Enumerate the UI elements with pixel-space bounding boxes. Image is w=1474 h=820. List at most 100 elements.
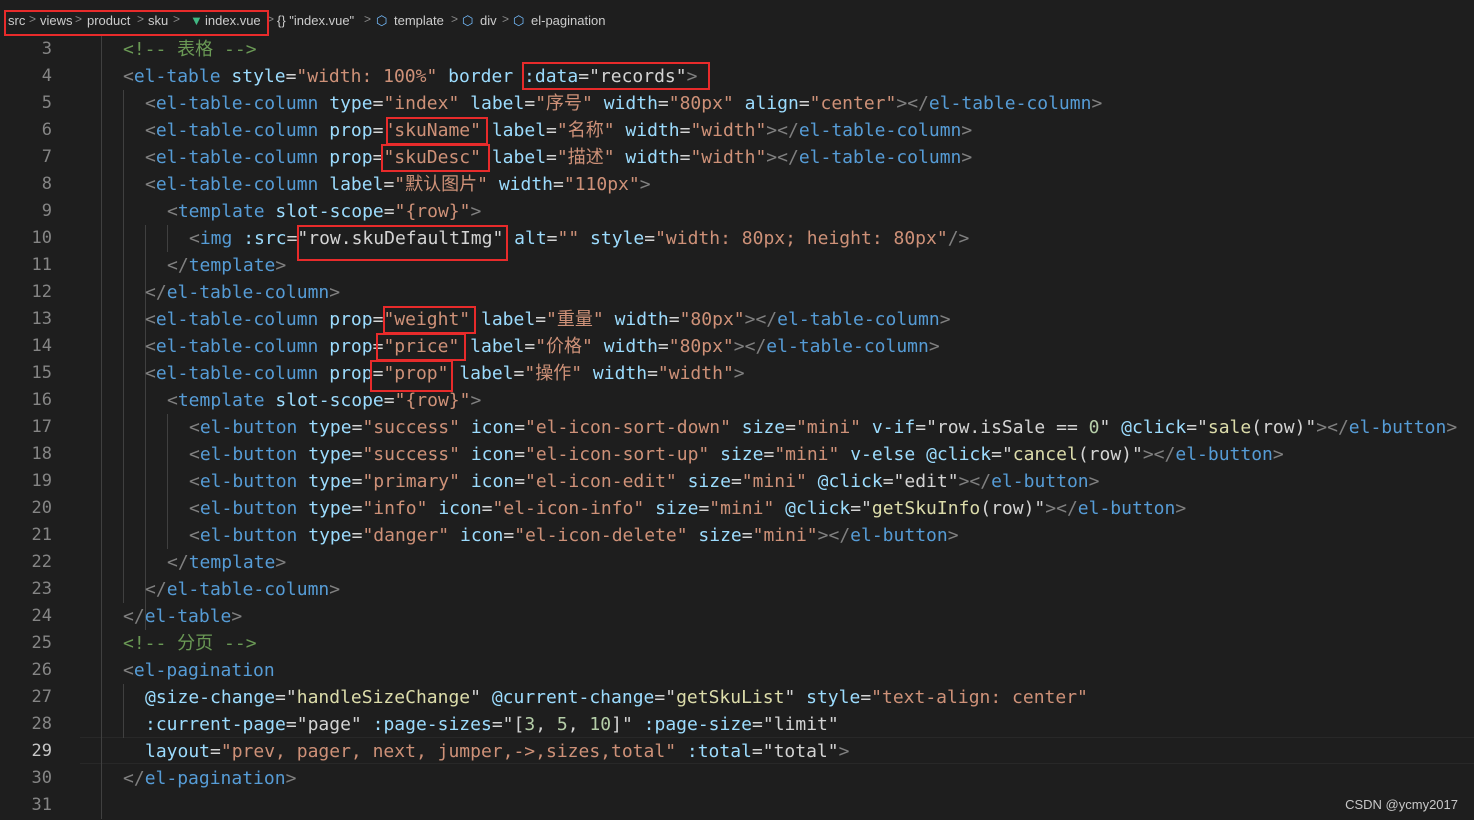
code-token: width <box>614 309 669 330</box>
code-token: = <box>798 93 810 114</box>
code-token: icon <box>470 417 515 438</box>
code-line[interactable]: </el-table> <box>123 603 242 630</box>
code-token: ></ <box>733 336 767 357</box>
breadcrumb-item-product[interactable]: product <box>87 13 130 28</box>
code-line[interactable]: :current-page="page" :page-sizes="[3, 5,… <box>145 711 839 738</box>
code-line[interactable]: <el-table-column prop="skuName" label="名… <box>145 117 972 144</box>
cube-symbol-icon: ⬡ <box>462 13 474 28</box>
code-token: = <box>524 93 536 114</box>
code-token: = <box>679 147 691 168</box>
code-token: = <box>763 444 775 465</box>
code-line[interactable]: <el-button type="primary" icon="el-icon-… <box>189 468 1099 495</box>
watermark: CSDN @ycmy2017 <box>1345 797 1458 812</box>
code-line[interactable]: </el-pagination> <box>123 765 296 792</box>
code-token: icon <box>470 444 515 465</box>
code-line[interactable]: </el-table-column> <box>145 279 340 306</box>
breadcrumb-item-module[interactable]: {} "index.vue" <box>277 13 354 28</box>
code-token: 3 <box>524 714 536 735</box>
code-token: "el-icon-delete" <box>514 525 688 546</box>
code-token: el-table-column <box>155 120 319 141</box>
code-token: label <box>329 174 384 195</box>
code-line[interactable]: <!-- 分页 --> <box>123 630 257 657</box>
code-line[interactable]: <template slot-scope="{row}"> <box>167 198 481 225</box>
code-token: > <box>275 552 287 573</box>
code-token: "80px" <box>679 309 745 330</box>
code-token: el-button <box>1175 444 1273 465</box>
code-line[interactable]: <el-table style="width: 100%" border :da… <box>123 63 697 90</box>
breadcrumb-item-index-vue[interactable]: index.vue <box>205 13 261 28</box>
code-token: width <box>498 174 553 195</box>
breadcrumb-item-template[interactable]: template <box>394 13 444 28</box>
code-line[interactable]: </el-table-column> <box>145 576 340 603</box>
code-token: type <box>308 471 352 492</box>
code-token: icon <box>459 525 504 546</box>
code-line[interactable]: <el-table-column prop="weight" label="重量… <box>145 306 951 333</box>
code-line[interactable]: <template slot-scope="{row}"> <box>167 387 481 414</box>
code-line[interactable]: <el-pagination <box>123 657 275 684</box>
code-token: "width" <box>657 363 734 384</box>
code-line[interactable]: </template> <box>167 252 286 279</box>
code-line[interactable]: <el-table-column prop="skuDesc" label="描… <box>145 144 972 171</box>
code-token: el-table-column <box>777 309 940 330</box>
code-token: " <box>470 687 481 708</box>
breadcrumb-item-views[interactable]: views <box>40 13 73 28</box>
code-line[interactable]: @size-change="handleSizeChange" @current… <box>145 684 1088 711</box>
code-token: icon <box>470 471 515 492</box>
code-token: el-table-column <box>155 363 319 384</box>
code-token: ></ <box>766 147 799 168</box>
code-token: " <box>665 687 677 708</box>
code-token: "{row}" <box>394 390 471 411</box>
code-line[interactable]: <!-- 表格 --> <box>123 36 257 63</box>
code-line[interactable]: <el-table-column prop="prop" label="操作" … <box>145 360 745 387</box>
code-token: "info" <box>362 498 428 519</box>
code-line[interactable]: <el-button type="success" icon="el-icon-… <box>189 441 1284 468</box>
code-token: < <box>123 66 134 87</box>
line-number: 4 <box>41 66 52 86</box>
breadcrumb-item-el-pagination[interactable]: el-pagination <box>531 13 605 28</box>
breadcrumb-item-src[interactable]: src <box>8 13 25 28</box>
code-token: @size-change <box>145 687 276 708</box>
code-token: cancel <box>1012 444 1078 465</box>
code-token: el-button <box>1077 498 1176 519</box>
code-token: < <box>145 147 156 168</box>
code-line[interactable]: <el-button type="danger" icon="el-icon-d… <box>189 522 959 549</box>
code-token: " <box>1099 417 1111 438</box>
breadcrumb-item-sku[interactable]: sku <box>148 13 168 28</box>
code-line[interactable]: <img :src="row.skuDefaultImg" alt="" sty… <box>189 225 969 252</box>
code-line[interactable]: </template> <box>167 549 286 576</box>
code-line[interactable]: <el-table-column prop="price" label="价格"… <box>145 333 940 360</box>
code-line[interactable]: layout="prev, pager, next, jumper,->,siz… <box>145 738 849 765</box>
code-token: > <box>928 336 940 357</box>
code-line[interactable]: <el-table-column label="默认图片" width="110… <box>145 171 651 198</box>
code-token: "" <box>557 228 580 249</box>
code-token: "{row}" <box>394 201 471 222</box>
breadcrumb-item-div[interactable]: div <box>480 13 497 28</box>
code-line[interactable]: <el-table-column type="index" label="序号"… <box>145 90 1102 117</box>
code-token: label <box>491 120 547 141</box>
code-token: prop <box>329 309 373 330</box>
indent-guide <box>123 90 124 603</box>
code-token: :total <box>686 741 752 762</box>
code-token: "edit" <box>893 471 959 492</box>
code-token: size <box>698 525 742 546</box>
code-line[interactable]: <el-button type="success" icon="el-icon-… <box>189 414 1457 441</box>
code-token: el-button <box>1348 417 1447 438</box>
code-token: , <box>567 714 590 735</box>
code-token: <!-- 表格 --> <box>123 39 257 60</box>
code-line[interactable]: <el-button type="info" icon="el-icon-inf… <box>189 495 1186 522</box>
code-token: ></ <box>958 471 992 492</box>
line-number: 28 <box>31 714 52 734</box>
code-token: > <box>639 174 651 195</box>
line-number: 18 <box>31 444 52 464</box>
